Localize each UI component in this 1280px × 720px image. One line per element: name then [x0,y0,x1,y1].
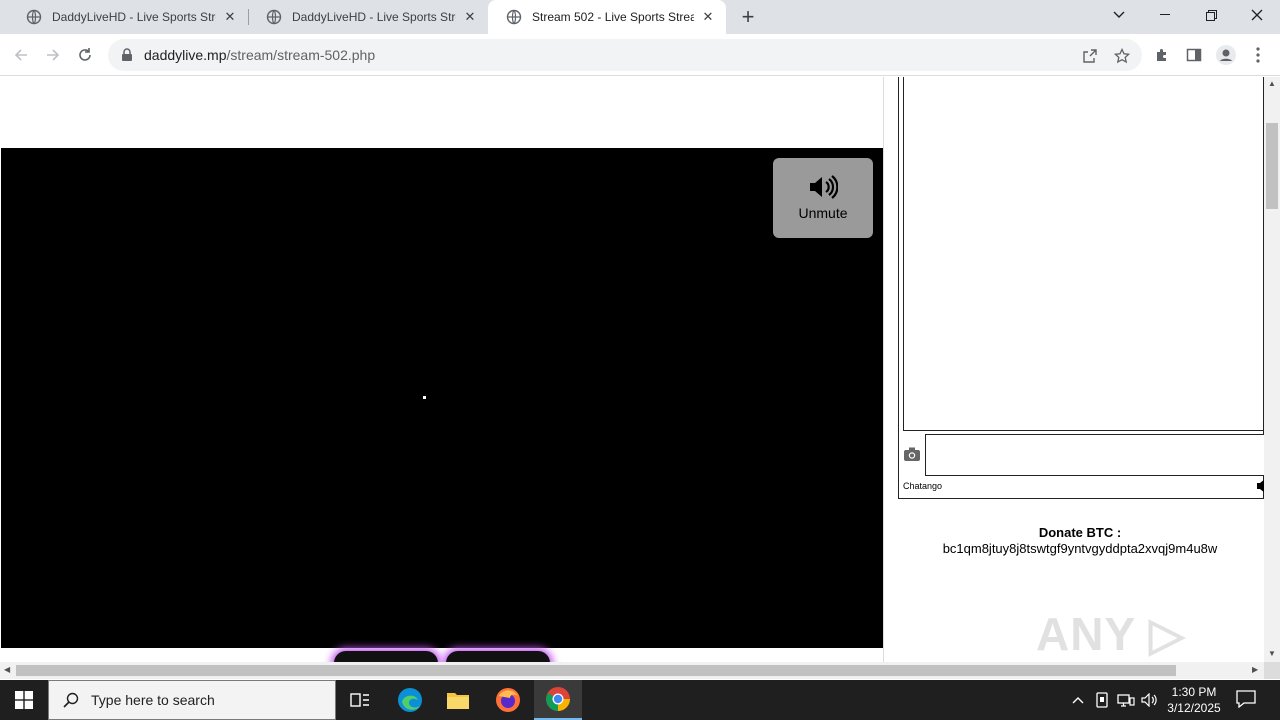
more-menu-icon[interactable] [1248,45,1268,65]
clock-date: 3/12/2025 [1167,701,1221,715]
url-host: daddylive.mp [144,47,227,63]
task-view-icon [350,693,369,707]
tab-2[interactable]: DaddyLiveHD - Live Sports Strea ✕ [248,0,488,34]
scroll-left-arrow-icon[interactable]: ◀ [4,665,10,674]
back-button[interactable] [8,42,34,68]
scrollbar-corner [1264,662,1280,679]
edge-app-button[interactable] [386,680,434,720]
show-hidden-icons-chevron-icon[interactable] [1068,690,1088,710]
page-viewport: Unmute Chatango Donate BTC : bc1qm8jtuy8… [0,77,1280,662]
loading-indicator [423,396,426,399]
bookmark-star-icon[interactable] [1112,46,1132,66]
chat-messages-area[interactable] [903,77,1265,431]
search-icon [63,692,79,708]
chrome-app-button[interactable] [534,680,582,720]
close-tab-icon[interactable]: ✕ [462,9,478,25]
vertical-scrollbar[interactable]: ▲ ▼ [1264,77,1280,662]
clock-time: 1:30 PM [1171,685,1217,699]
system-clock[interactable]: 1:30 PM 3/12/2025 [1160,684,1228,716]
tab-title: DaddyLiveHD - Live Sports Strea [292,10,456,24]
vertical-scroll-thumb[interactable] [1266,123,1278,209]
tab-search-chevron-icon[interactable] [1096,0,1142,30]
address-bar[interactable]: daddylive.mp/stream/stream-502.php [108,39,1142,71]
tab-strip: DaddyLiveHD - Live Sports Strea ✕ DaddyL… [0,0,1280,34]
arrow-right-icon [47,49,60,61]
profile-avatar-icon[interactable] [1216,45,1236,65]
restore-button[interactable] [1188,0,1234,30]
reload-icon [79,48,91,61]
url-path: /stream/stream-502.php [226,47,376,63]
new-tab-button[interactable]: + [736,4,760,29]
chatango-widget: Chatango [898,77,1265,499]
folder-icon [447,693,469,709]
speaker-icon [810,175,838,199]
forward-button[interactable] [40,42,66,68]
file-explorer-button[interactable] [434,680,482,720]
reload-button[interactable] [72,42,98,68]
side-panel-icon[interactable] [1184,45,1204,65]
tab-title: DaddyLiveHD - Live Sports Strea [52,10,216,24]
browser-toolbar: daddylive.mp/stream/stream-502.php [0,34,1280,76]
column-divider [883,77,884,662]
globe-icon [506,9,522,25]
scroll-right-arrow-icon[interactable]: ▶ [1252,665,1258,674]
unmute-label: Unmute [798,205,848,221]
share-icon[interactable] [1080,46,1100,66]
device-tray-icon[interactable] [1092,690,1112,710]
chrome-icon [546,687,570,711]
close-tab-icon[interactable]: ✕ [700,9,716,25]
tab-3-active[interactable]: Stream 502 - Live Sports Streami ✕ [488,0,726,34]
horizontal-scrollbar[interactable]: ◀ ▶ [0,662,1264,679]
globe-icon [266,9,282,25]
scroll-down-arrow-icon[interactable]: ▼ [1268,649,1276,658]
channel-button-2[interactable] [446,651,550,662]
extensions-puzzle-icon[interactable] [1152,45,1172,65]
arrow-left-icon [14,49,27,61]
horizontal-scroll-thumb[interactable] [16,665,1176,676]
camera-icon[interactable] [903,446,921,462]
anyrun-watermark-logo: ANY ▷ RUN [1036,608,1186,660]
windows-logo-icon [15,691,33,709]
unmute-button[interactable]: Unmute [773,158,873,238]
firefox-icon [496,688,520,712]
tab-1[interactable]: DaddyLiveHD - Live Sports Strea ✕ [8,0,248,34]
chat-message-input[interactable] [925,434,1265,476]
network-icon[interactable] [1116,690,1136,710]
donate-label: Donate BTC : [1038,525,1122,540]
globe-icon [26,9,42,25]
minimize-button[interactable] [1142,0,1188,30]
url-text: daddylive.mp/stream/stream-502.php [144,47,375,63]
start-button[interactable] [0,680,48,720]
close-window-button[interactable] [1234,0,1280,30]
volume-icon[interactable] [1140,690,1160,710]
taskbar-search-box[interactable]: Type here to search [48,680,336,720]
channel-button-1[interactable] [334,651,438,662]
video-player[interactable]: Unmute [1,148,883,648]
donate-section: Donate BTC : bc1qm8jtuy8j8tswtgf9yntvgyd… [898,525,1262,557]
firefox-app-button[interactable] [484,680,532,720]
tab-title: Stream 502 - Live Sports Streami [532,10,694,24]
windows-taskbar: Type here to search 1:30 PM 3/12/2025 [0,680,1280,720]
edge-icon [398,688,422,712]
close-tab-icon[interactable]: ✕ [222,9,238,25]
chatango-brand-link[interactable]: Chatango [903,481,942,491]
lock-icon [122,48,132,61]
task-view-button[interactable] [336,680,384,720]
search-placeholder: Type here to search [91,692,215,708]
scroll-up-arrow-icon[interactable]: ▲ [1268,79,1276,88]
notification-center-icon[interactable] [1236,690,1258,710]
btc-address: bc1qm8jtuy8j8tswtgf9yntvgyddpta2xvqj9m4u… [942,541,1218,556]
